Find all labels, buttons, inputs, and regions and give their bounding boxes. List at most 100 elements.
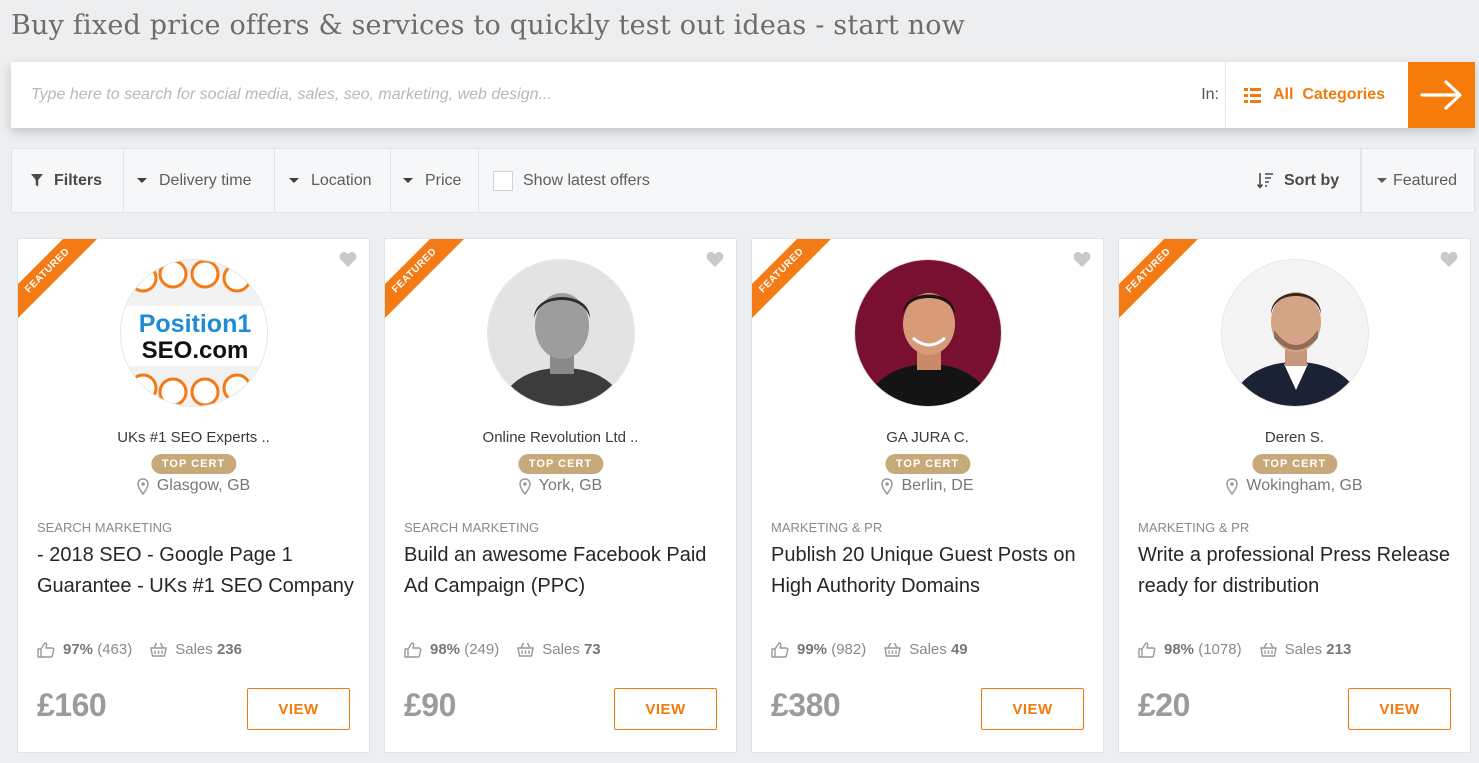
- sales-label: Sales: [909, 641, 947, 658]
- list-icon: [1244, 87, 1261, 103]
- offer-title[interactable]: - 2018 SEO - Google Page 1 Guarantee - U…: [37, 540, 357, 602]
- seller-name[interactable]: Online Revolution Ltd ..: [385, 429, 736, 446]
- seller-name[interactable]: Deren S.: [1119, 429, 1470, 446]
- seller-name[interactable]: UKs #1 SEO Experts ..: [18, 429, 369, 446]
- seller-location: York, GB: [385, 477, 736, 495]
- svg-text:Position1: Position1: [139, 310, 252, 338]
- top-cert-badge: TOP CERT: [1251, 454, 1338, 474]
- caret-down-icon: [1377, 178, 1387, 183]
- search-bar: In: All Categories: [11, 62, 1475, 128]
- seller-avatar[interactable]: [487, 259, 635, 407]
- offer-card[interactable]: FEATURED Position1 SEO.com UKs #1 SEO Ex…: [17, 238, 370, 753]
- page-headline: Buy fixed price offers & services to qui…: [11, 10, 966, 41]
- thumbs-up-icon: [1138, 641, 1156, 658]
- svg-text:SEO.com: SEO.com: [142, 337, 249, 364]
- basket-icon: [1259, 642, 1277, 657]
- basket-icon: [150, 642, 168, 657]
- sales-count: 236: [216, 641, 242, 658]
- seller-avatar[interactable]: [854, 259, 1002, 407]
- offer-stats: 97% (463) Sales 236: [37, 641, 242, 658]
- delivery-time-label: Delivery time: [159, 171, 252, 189]
- thumbs-up-icon: [37, 641, 55, 658]
- top-cert-badge: TOP CERT: [884, 454, 971, 474]
- seller-avatar[interactable]: Position1 SEO.com: [120, 259, 268, 407]
- offer-category: SEARCH MARKETING: [37, 520, 173, 535]
- sort-value: Featured: [1393, 171, 1458, 189]
- seller-location: Glasgow, GB: [18, 477, 369, 495]
- sales-label: Sales: [1284, 641, 1323, 658]
- view-button[interactable]: VIEW: [981, 688, 1084, 730]
- location-dropdown[interactable]: Location: [275, 149, 391, 212]
- category-select[interactable]: All Categories: [1225, 62, 1408, 128]
- rating-percent: 99%: [797, 641, 828, 658]
- offer-card[interactable]: FEATURED Online Revolution Ltd .. TOP CE…: [384, 238, 737, 753]
- rating-percent: 97%: [63, 641, 94, 658]
- heart-icon[interactable]: [1440, 251, 1458, 268]
- offer-price: £160: [37, 687, 107, 723]
- thumbs-up-icon: [404, 641, 422, 658]
- sales-label: Sales: [175, 641, 213, 658]
- filters-button[interactable]: Filters: [12, 149, 124, 212]
- basket-icon: [884, 642, 902, 657]
- offer-category: MARKETING & PR: [771, 520, 883, 535]
- offer-card[interactable]: FEATURED Deren S. TOP CERT Wokingham, GB…: [1118, 238, 1471, 753]
- arrow-right-icon: [1419, 80, 1462, 110]
- filter-bar: Filters Delivery time Location Price Sho…: [11, 148, 1475, 213]
- offer-stats: 98% (1078) Sales 213: [1138, 641, 1351, 658]
- featured-ribbon: FEATURED: [385, 239, 465, 319]
- seller-logo: Position1 SEO.com: [121, 260, 267, 406]
- latest-offers-checkbox[interactable]: [493, 170, 513, 191]
- seller-avatar[interactable]: [1221, 259, 1369, 407]
- funnel-icon: [31, 174, 43, 187]
- caret-down-icon: [137, 178, 147, 183]
- featured-ribbon: FEATURED: [18, 239, 98, 319]
- offer-category: MARKETING & PR: [1138, 520, 1250, 535]
- map-pin-icon: [137, 477, 149, 495]
- filters-label: Filters: [54, 171, 103, 189]
- category-select-label: All Categories: [1273, 86, 1386, 103]
- rating-count: (1078): [1198, 641, 1242, 658]
- rating-percent: 98%: [430, 641, 461, 658]
- heart-icon[interactable]: [1073, 251, 1091, 268]
- sales-count: 49: [950, 641, 968, 658]
- offer-title[interactable]: Write a professional Press Release ready…: [1138, 540, 1458, 602]
- offer-card[interactable]: FEATURED GA JURA C. TOP CERT Berlin, DE …: [751, 238, 1104, 753]
- sort-by-label-area: Sort by: [1257, 149, 1361, 212]
- sales-label: Sales: [542, 641, 580, 658]
- sales-count: 213: [1326, 641, 1352, 658]
- caret-down-icon: [289, 178, 299, 183]
- sort-dropdown[interactable]: Featured: [1361, 149, 1474, 212]
- caret-down-icon: [403, 178, 413, 183]
- view-button[interactable]: VIEW: [247, 688, 350, 730]
- offer-stats: 99% (982) Sales 49: [771, 641, 968, 658]
- rating-count: (249): [464, 641, 500, 658]
- search-input[interactable]: [11, 62, 1202, 128]
- map-pin-icon: [519, 477, 531, 495]
- offer-list: FEATURED Position1 SEO.com UKs #1 SEO Ex…: [17, 238, 1471, 753]
- view-button[interactable]: VIEW: [1348, 688, 1451, 730]
- featured-ribbon: FEATURED: [752, 239, 832, 319]
- map-pin-icon: [1226, 477, 1239, 495]
- location-label: Location: [311, 171, 372, 189]
- map-pin-icon: [881, 477, 894, 495]
- price-dropdown[interactable]: Price: [391, 149, 479, 212]
- rating-count: (463): [97, 641, 133, 658]
- in-label: In:: [1201, 86, 1219, 103]
- seller-location: Wokingham, GB: [1119, 477, 1470, 495]
- offer-price: £20: [1138, 687, 1190, 723]
- seller-photo: [1222, 260, 1368, 406]
- latest-offers-toggle[interactable]: Show latest offers: [479, 149, 666, 212]
- heart-icon[interactable]: [706, 251, 724, 268]
- offer-stats: 98% (249) Sales 73: [404, 641, 601, 658]
- price-label: Price: [425, 171, 462, 189]
- heart-icon[interactable]: [339, 251, 357, 268]
- view-button[interactable]: VIEW: [614, 688, 717, 730]
- rating-percent: 98%: [1164, 641, 1195, 658]
- offer-title[interactable]: Publish 20 Unique Guest Posts on High Au…: [771, 540, 1091, 602]
- seller-name[interactable]: GA JURA C.: [752, 429, 1103, 446]
- delivery-time-dropdown[interactable]: Delivery time: [124, 149, 275, 212]
- offer-title[interactable]: Build an awesome Facebook Paid Ad Campai…: [404, 540, 724, 602]
- top-cert-badge: TOP CERT: [517, 454, 604, 474]
- offer-price: £380: [771, 687, 841, 723]
- search-submit-button[interactable]: [1408, 62, 1475, 128]
